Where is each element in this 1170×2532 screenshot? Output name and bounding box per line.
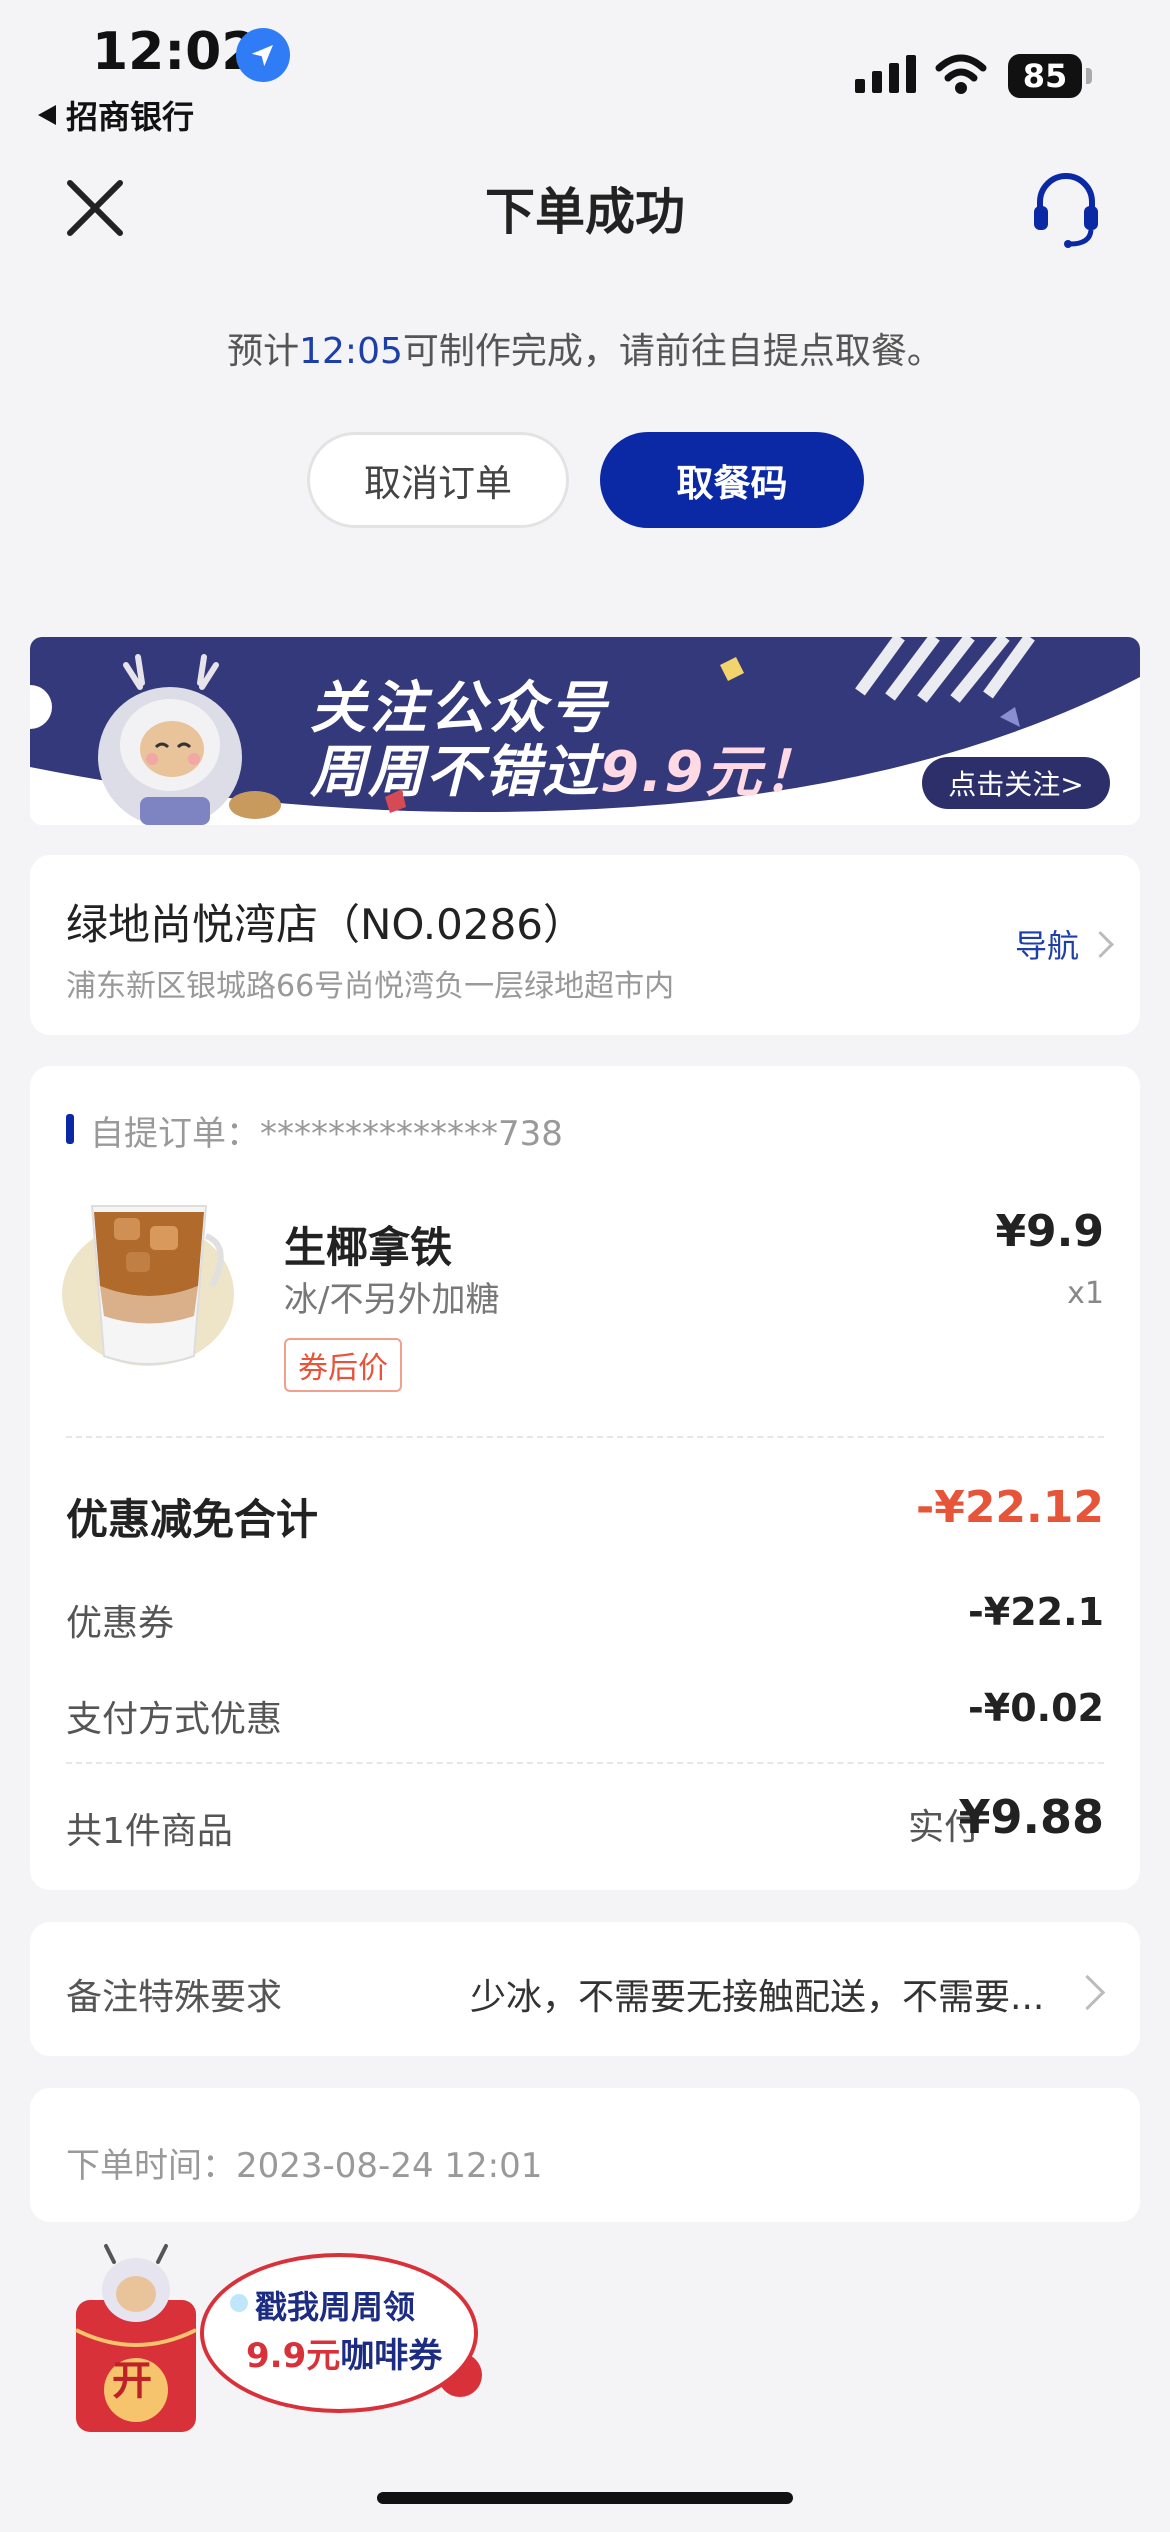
payment-discount-label: 支付方式优惠 [66, 1699, 283, 1740]
banner-subline: 周周不错过9.9元！ [310, 727, 821, 808]
item-count: 共1件商品 [66, 1811, 233, 1852]
order-number: 自提订单：**************738 [90, 1114, 563, 1154]
order-time-card: 下单时间：2023-08-24 12:01 [30, 2088, 1140, 2222]
eta-suffix: 可制作完成，请前往自提点取餐。 [402, 331, 943, 372]
wifi-icon [935, 54, 987, 94]
product-image [62, 1205, 234, 1366]
store-name: 绿地尚悦湾店（NO.0286） [66, 900, 586, 949]
section-marker [66, 1114, 74, 1144]
remark-label: 备注特殊要求 [66, 1977, 283, 2018]
banner-highlight: 9.9元！ [600, 740, 822, 805]
promo-highlight: 9.9元 [246, 2336, 341, 2376]
battery-indicator: 85 [1008, 54, 1082, 98]
payment-discount-value: -¥0.02 [968, 1686, 1104, 1730]
status-time: 12:02 [92, 22, 258, 82]
discount-title: 优惠减免合计 [66, 1495, 319, 1544]
chevron-right-icon [1069, 1974, 1106, 2011]
eta-prefix: 预计 [227, 331, 300, 372]
navigate-link[interactable]: 导航 [1014, 921, 1114, 967]
battery-cap [1086, 68, 1092, 84]
store-address: 浦东新区银城路66号尚悦湾负一层绿地超市内 [66, 969, 675, 1004]
order-card: 自提订单：**************738 生椰拿铁 冰/不另外加糖 券后价 … [30, 1066, 1140, 1890]
paid-amount: ¥9.88 [958, 1790, 1104, 1844]
back-to-app[interactable]: 招商银行 [38, 92, 194, 138]
follow-button[interactable]: 点击关注> [922, 757, 1110, 809]
promo-suffix: 咖啡券 [340, 2336, 443, 2376]
banner-subline-text: 周周不错过 [310, 740, 600, 805]
navigate-label: 导航 [1014, 927, 1079, 965]
coupon-value: -¥22.1 [968, 1590, 1104, 1634]
page-title: 下单成功 [485, 183, 685, 241]
eta-message: 预计12:05可制作完成，请前往自提点取餐。 [0, 322, 1170, 374]
remark-value: 少冰，不需要无接触配送，不需要... [470, 1977, 1045, 2018]
promo-line1: 戳我周周领 [255, 2288, 416, 2326]
order-time: 下单时间：2023-08-24 12:01 [66, 2146, 543, 2186]
back-arrow-icon [38, 105, 56, 125]
item-spec: 冰/不另外加糖 [284, 1280, 500, 1320]
discount-total: -¥22.12 [915, 1482, 1104, 1533]
pickup-code-button[interactable]: 取餐码 [600, 432, 864, 528]
location-icon [236, 28, 290, 82]
promo-open-badge: 开 [112, 2358, 152, 2404]
signal-icon [855, 55, 916, 93]
coupon-label: 优惠券 [66, 1603, 175, 1644]
divider [66, 1762, 1104, 1764]
eta-time: 12:05 [299, 331, 403, 372]
promo-line2: 9.9元咖啡券 [246, 2328, 442, 2377]
divider [66, 1436, 1104, 1438]
store-card: 绿地尚悦湾店（NO.0286） 浦东新区银城路66号尚悦湾负一层绿地超市内 导航 [30, 855, 1140, 1035]
cancel-order-button[interactable]: 取消订单 [307, 432, 569, 528]
back-app-label: 招商银行 [66, 98, 195, 136]
chevron-right-icon [1087, 930, 1114, 958]
customer-service-icon[interactable] [1030, 168, 1102, 248]
remark-card[interactable]: 备注特殊要求 少冰，不需要无接触配送，不需要... [30, 1922, 1140, 2056]
item-quantity: x1 [1067, 1276, 1104, 1311]
item-price: ¥9.9 [995, 1206, 1104, 1257]
item-name: 生椰拿铁 [284, 1223, 453, 1272]
home-indicator [377, 2492, 793, 2504]
bubble-dot [230, 2294, 248, 2312]
follow-banner[interactable]: 关注公众号 周周不错过9.9元！ 点击关注> [30, 637, 1140, 825]
coupon-price-tag: 券后价 [284, 1338, 402, 1392]
